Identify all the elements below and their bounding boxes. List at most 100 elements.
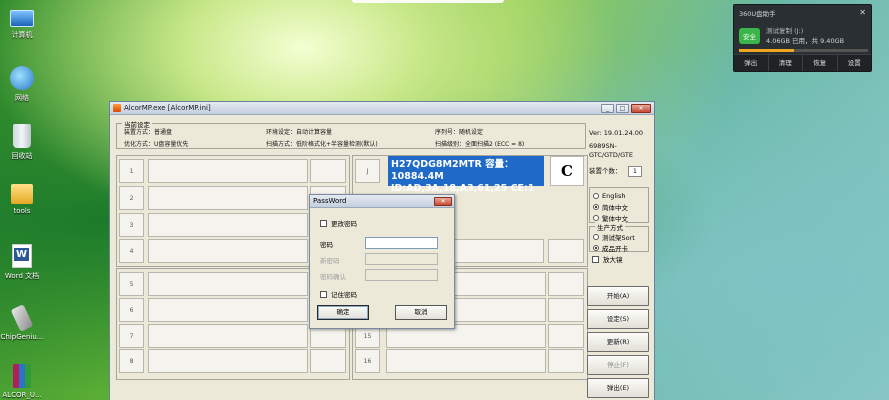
port-status — [548, 298, 584, 322]
checkbox-label: 放大镜 — [603, 256, 623, 264]
dialog-close-button[interactable]: ✕ — [434, 196, 452, 206]
disk-usage-bar — [739, 49, 868, 52]
magnifier-checkbox[interactable]: 放大镜 — [592, 254, 623, 264]
port-number-active: J — [355, 159, 380, 183]
port-number: 4 — [119, 239, 144, 263]
desktop-icon-computer[interactable]: 计算机 — [0, 8, 44, 40]
setting-serial: 序列号：随机设定 — [435, 129, 484, 136]
port-status — [548, 272, 584, 296]
port-number: 7 — [119, 324, 144, 348]
port-status — [548, 349, 584, 373]
dialog-title: PassWord — [313, 197, 347, 205]
window-titlebar[interactable]: AlcorMP.exe [AlcorMP.ini] _ □ ✕ — [110, 102, 654, 115]
usb-drive-icon — [10, 304, 34, 332]
desktop-icon-recycle-bin[interactable]: 回收站 — [0, 124, 44, 161]
window-title: AlcorMP.exe [AlcorMP.ini] — [124, 104, 211, 112]
setting-scan-mode: 扫描方式：低阶格式化+半容量检测(默认) — [266, 141, 378, 148]
word-document-icon — [12, 244, 32, 268]
radio-label: 简体中文 — [602, 203, 628, 212]
radio-icon — [593, 192, 599, 199]
widget-restore-button[interactable]: 恢复 — [803, 55, 838, 71]
widget-title: 360U盘助手 — [739, 9, 776, 18]
widget-close-button[interactable]: ✕ — [859, 8, 866, 17]
setting-scan-level: 扫描级别：全面扫描2 (ECC = 8) — [435, 141, 525, 148]
maximize-button[interactable]: □ — [616, 103, 629, 113]
port-number: 1 — [119, 159, 144, 183]
port-status — [310, 159, 346, 183]
radio-label: 成品开卡 — [602, 244, 628, 253]
password-label: 密码 — [320, 241, 333, 249]
flash-chip-info: H27QDG8M2MTR 容量：10884.4M — [391, 159, 514, 182]
confirm-password-input[interactable] — [365, 269, 438, 281]
desktop-icon-chipgenius[interactable]: ChipGeniu... — [0, 304, 44, 341]
desktop-icon-label: 回收站 — [11, 152, 33, 160]
widget-clean-button[interactable]: 清理 — [769, 55, 803, 71]
port-status — [310, 349, 346, 373]
checkbox-icon — [592, 255, 599, 263]
ok-button[interactable]: 确定 — [317, 305, 369, 320]
port-progress — [148, 272, 308, 296]
widget-eject-button[interactable]: 弹出 — [734, 55, 769, 71]
dialog-titlebar[interactable]: PassWord ✕ — [310, 195, 454, 208]
port-number: 8 — [119, 349, 144, 373]
winrar-archive-icon — [13, 364, 31, 388]
port-number: 2 — [119, 186, 144, 210]
drive-letter: C — [550, 156, 584, 186]
start-button[interactable]: 开始(A) — [587, 286, 649, 306]
production-mode-group: 生产方式 测试架Sort 成品开卡 — [589, 222, 649, 253]
desktop-icon-network[interactable]: 网络 — [0, 66, 44, 103]
new-password-input[interactable] — [365, 253, 438, 265]
setting-environment: 环境设定：自动计算容量 — [266, 129, 333, 136]
password-dialog: PassWord ✕ 更改密码 密码 新密码 密码确认 记住密码 确定 取消 — [309, 194, 455, 329]
port-number: 16 — [355, 349, 380, 373]
change-password-checkbox[interactable]: 更改密码 — [320, 218, 357, 228]
network-icon — [10, 66, 34, 90]
desktop-icon-tools[interactable]: tools — [0, 184, 44, 215]
new-password-label: 新密码 — [320, 257, 340, 265]
desktop-icon-label: tools — [13, 207, 31, 215]
language-group: English 简体中文 繁体中文 — [589, 187, 649, 223]
eject-button[interactable]: 弹出(E) — [587, 378, 649, 398]
port-progress — [148, 239, 308, 263]
port-status — [548, 239, 584, 263]
refresh-button[interactable]: 更新(R) — [587, 332, 649, 352]
language-option-english[interactable]: English — [593, 190, 645, 201]
stop-button[interactable]: 停止(F) — [587, 355, 649, 375]
device-count-label: 装置个数： — [589, 167, 622, 175]
settings-button[interactable]: 设定(S) — [587, 309, 649, 329]
desktop-icon-alcor[interactable]: ALCOR_U... — [0, 364, 44, 399]
desktop-top-bar-decoration — [352, 0, 504, 3]
port-number: 5 — [119, 272, 144, 296]
language-option-simplified[interactable]: 简体中文 — [593, 201, 645, 212]
radio-icon — [593, 244, 599, 251]
disk-capacity: 4.06GB 已用，共 9.40GB — [766, 37, 845, 45]
remember-password-checkbox[interactable]: 记住密码 — [320, 289, 357, 299]
desktop-icon-label: ChipGeniu... — [0, 333, 44, 341]
setting-optimize: 优化方式：U盘容量优先 — [124, 141, 189, 148]
port-progress — [148, 324, 308, 348]
radio-icon — [593, 214, 599, 221]
close-button[interactable]: ✕ — [631, 103, 651, 113]
port-progress — [386, 349, 546, 373]
cancel-button[interactable]: 取消 — [395, 305, 447, 320]
password-input[interactable] — [365, 237, 438, 249]
port-number: 6 — [119, 298, 144, 322]
desktop-icon-label: 网络 — [15, 94, 29, 102]
computer-icon — [10, 10, 34, 27]
port-progress — [148, 213, 308, 237]
device-count-input[interactable]: 1 — [628, 166, 642, 177]
production-option-sort[interactable]: 测试架Sort — [593, 231, 645, 242]
desktop-icon-word[interactable]: Word 文档 — [0, 244, 44, 281]
widget-settings-button[interactable]: 设置 — [838, 55, 872, 71]
port-progress — [148, 186, 308, 210]
checkbox-label: 更改密码 — [331, 220, 357, 228]
minimize-button[interactable]: _ — [601, 103, 614, 113]
folder-icon — [11, 184, 33, 204]
safe-status-badge: 安全 — [739, 28, 760, 44]
production-option-finished[interactable]: 成品开卡 — [593, 242, 645, 253]
setting-device-mode: 装置方式：普通盘 — [124, 129, 173, 136]
disk-usage-fill — [739, 49, 795, 52]
checkbox-icon — [320, 219, 327, 227]
app-icon — [113, 104, 121, 112]
usb-assistant-widget: 360U盘助手 ✕ 安全 测试复制 (J:) 4.06GB 已用，共 9.40G… — [733, 4, 872, 72]
